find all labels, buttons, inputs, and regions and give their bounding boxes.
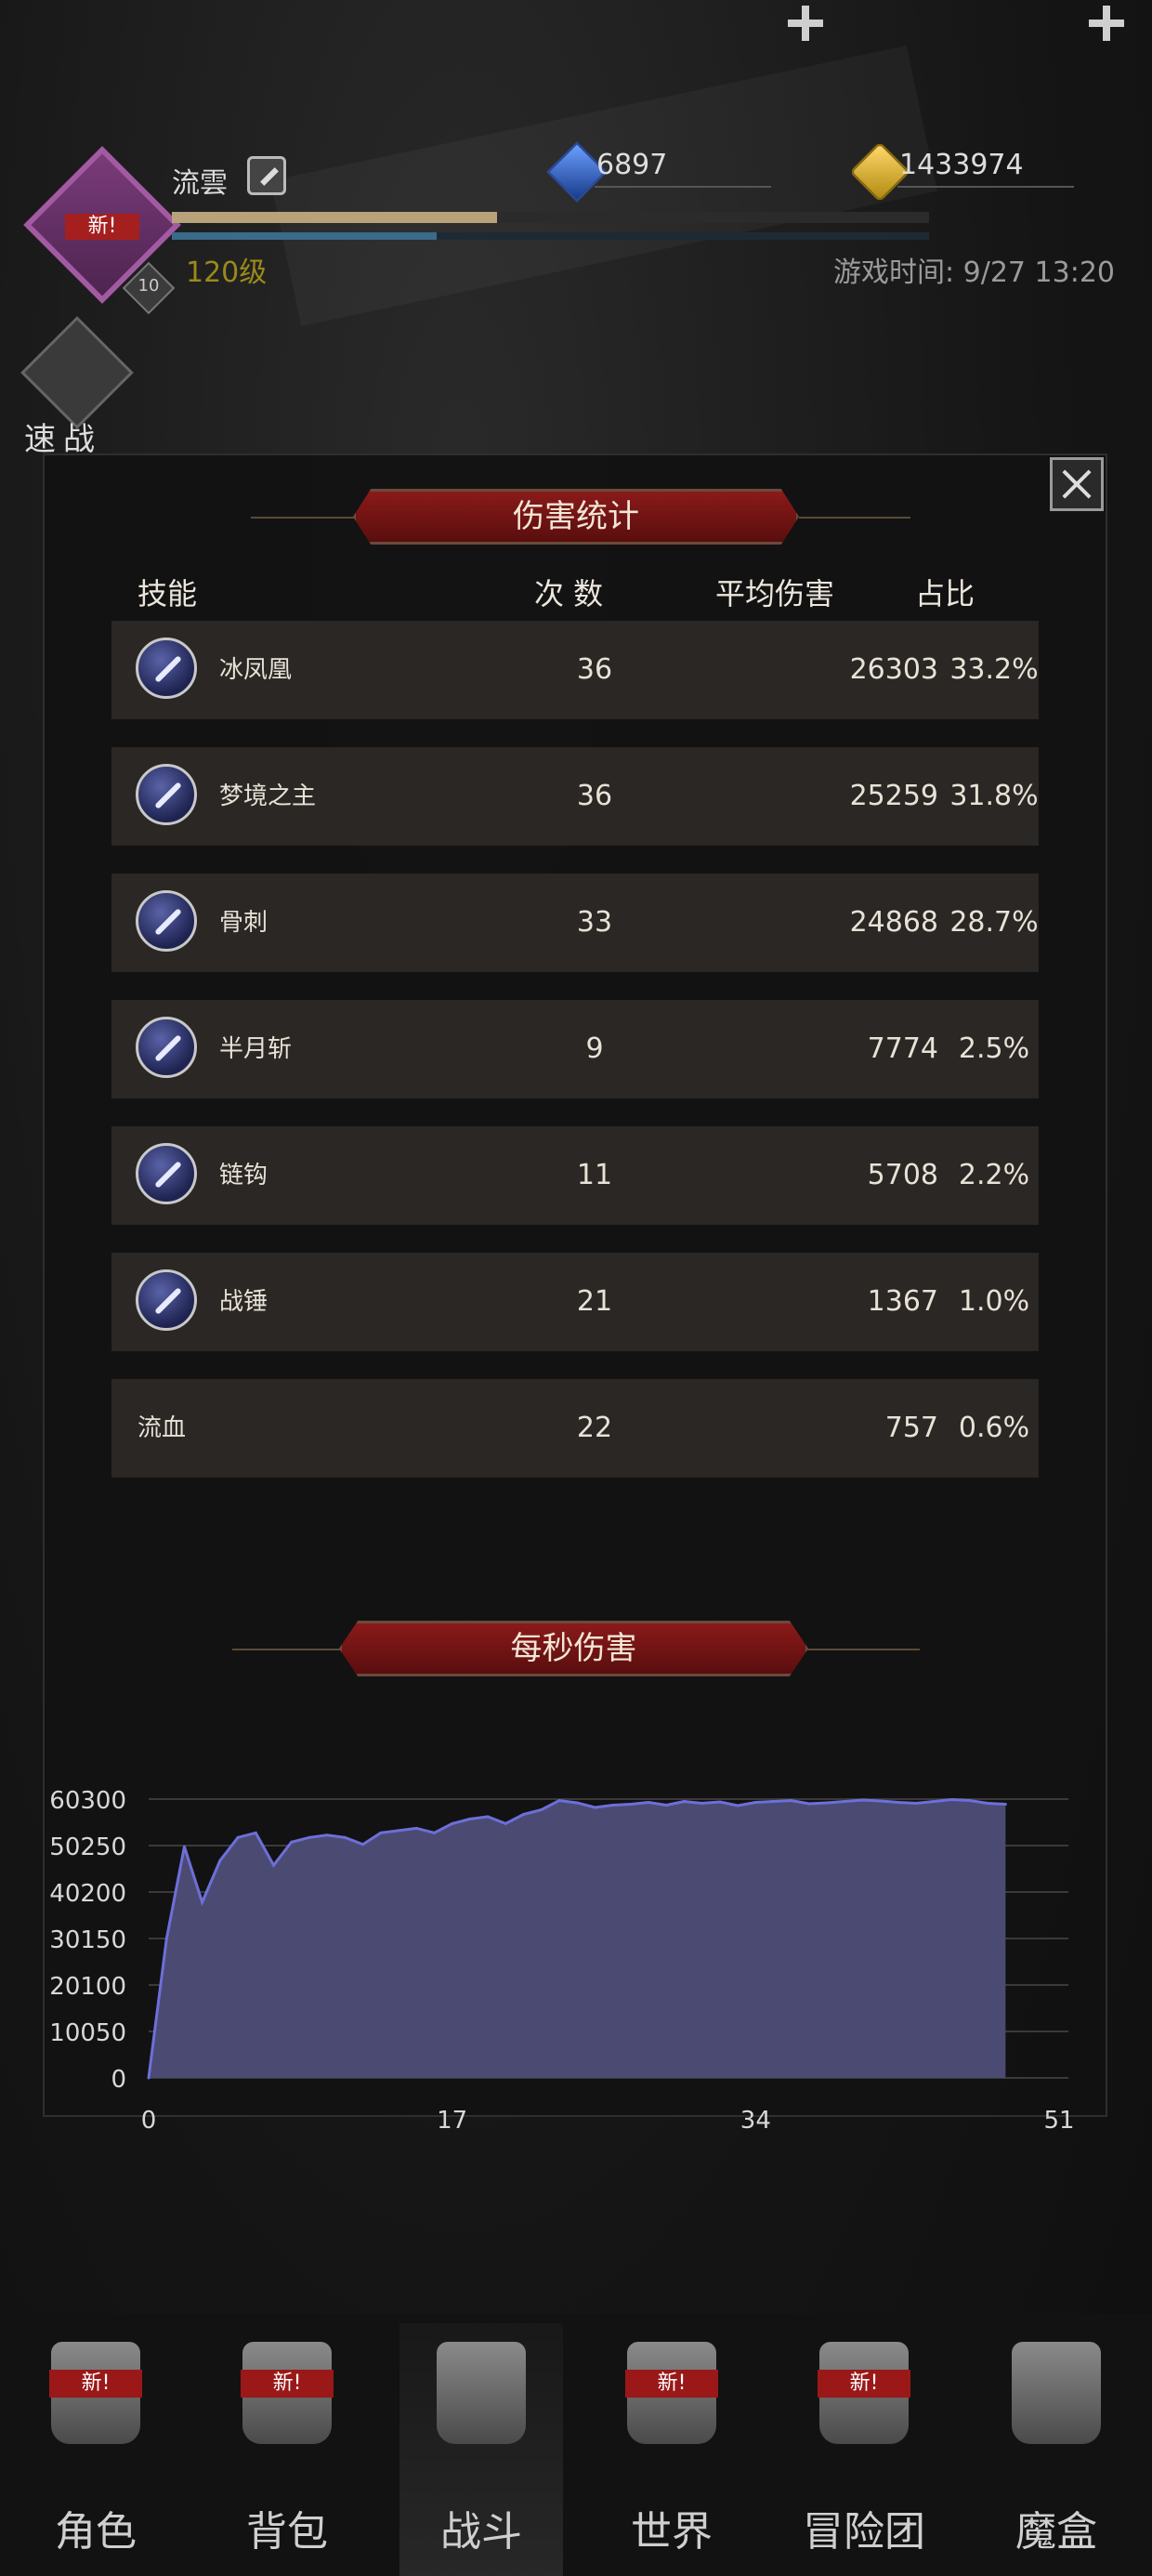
dps-point [629,1802,633,1806]
nav-new-badge: 新! [818,2370,910,2398]
nav-label: 魔盒 [1015,2508,1097,2556]
dps-point [379,1831,383,1834]
x-tick-label: 51 [1043,2107,1074,2135]
x-tick-label: 0 [141,2107,157,2135]
dps-point [1003,1802,1007,1806]
dps-point [451,1821,454,1825]
dps-point [468,1817,472,1820]
nav-new-badge: 新! [241,2370,334,2398]
dps-point [897,1800,900,1804]
dps-point [950,1797,954,1801]
dps-point [575,1801,579,1805]
dps-point [611,1803,615,1807]
dps-point [343,1835,347,1839]
dps-point [182,1845,186,1848]
dps-point [700,1801,704,1805]
dps-point [486,1815,490,1819]
dps-point [557,1798,561,1802]
dps-point [147,2076,151,2080]
dps-point [647,1800,650,1804]
nav-item-battle[interactable]: 战斗 [393,2323,569,2576]
dps-point [593,1806,596,1809]
nav-label: 世界 [631,2508,713,2556]
dps-point [540,1807,543,1811]
dps-chart: 60300 50250 40200 30150 20100 10050 00 17 34 51 [49,1787,1074,2135]
dps-area [149,1799,1006,2078]
magic-box-icon [1012,2342,1101,2444]
nav-label: 战斗 [440,2508,522,2556]
dps-point [718,1800,722,1804]
dps-point [825,1801,829,1805]
y-tick-label: 30150 [49,1926,126,1954]
nav-label: 冒险团 [803,2508,925,2556]
dps-point [879,1799,883,1803]
dps-point [272,1863,276,1867]
dps-point [236,1835,240,1839]
nav-label: 背包 [246,2508,328,2556]
dps-point [397,1829,400,1833]
dps-point [968,1798,972,1802]
dps-point [164,1938,168,1941]
dps-point [290,1840,294,1844]
dps-point [753,1800,757,1804]
dps-point [932,1799,936,1803]
dps-point [914,1801,918,1805]
dps-point [361,1843,365,1847]
dps-point [807,1802,811,1806]
x-tick-label: 17 [437,2107,467,2135]
dps-point [843,1799,846,1803]
y-tick-label: 0 [111,2066,126,2094]
dps-point [986,1801,989,1805]
nav-item-adventure-team[interactable]: 新! 冒险团 [776,2323,952,2576]
y-tick-label: 10050 [49,2019,126,2047]
dps-point [772,1799,776,1803]
dps-point [504,1821,507,1825]
nav-item-character[interactable]: 新! 角色 [7,2323,184,2576]
dps-point [254,1831,257,1834]
nav-new-badge: 新! [625,2370,718,2398]
dps-point [218,1859,222,1862]
dps-point [325,1833,329,1837]
dps-point [790,1798,793,1802]
dps-point [736,1804,740,1807]
nav-item-backpack[interactable]: 新! 背包 [199,2323,375,2576]
nav-label: 角色 [55,2508,137,2556]
y-tick-label: 40200 [49,1880,126,1908]
dps-point [664,1803,668,1807]
dps-point [308,1835,311,1839]
battle-shield-icon [437,2342,526,2444]
dps-point [522,1812,526,1816]
y-tick-label: 60300 [49,1787,126,1815]
nav-new-badge: 新! [49,2370,142,2398]
nav-item-magic-box[interactable]: 魔盒 [968,2323,1145,2576]
dps-point [432,1831,436,1834]
x-tick-label: 34 [740,2107,771,2135]
dps-point [861,1798,865,1802]
nav-item-world[interactable]: 新! 世界 [583,2323,760,2576]
y-tick-label: 50250 [49,1833,126,1861]
dps-point [414,1826,418,1830]
dps-point [682,1799,686,1803]
dps-point [201,1900,204,1904]
y-tick-label: 20100 [49,1973,126,2001]
